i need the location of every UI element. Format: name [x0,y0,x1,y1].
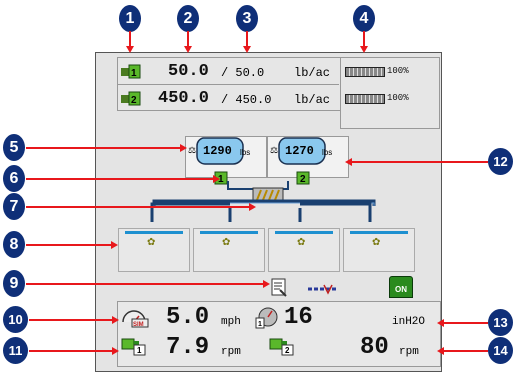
callout-3: 3 [236,5,258,32]
fan-1-icon[interactable]: 1 [120,336,148,356]
callout-8-line [26,244,112,246]
product-2-rate[interactable]: 450.0 [158,89,209,108]
fan-2-value: 80 [360,334,389,361]
product-1-percent: 100% [387,66,409,76]
product-2-unit: lb/ac [294,93,331,107]
row-divider [117,84,339,85]
callout-5-arrow [180,144,187,152]
callout-4-line [363,31,365,47]
bin-1-unit: lbs [240,148,251,157]
pressure-unit: inH2O [392,316,426,328]
bin-1-weight: 1290 [203,144,232,158]
product-2-number: 2 [131,95,137,106]
product-2-level-bar [345,94,385,104]
product-2-percent: 100% [387,93,409,103]
checklist-icon[interactable] [270,278,290,298]
fan-2-unit: rpm [399,346,419,358]
distribution-plumbing [150,181,376,222]
callout-11-line [29,350,113,352]
product-2-icon[interactable]: 2 [121,90,141,106]
callout-2: 2 [177,5,199,32]
bin-2-unit: lbs [322,148,333,157]
product-1-level-bar [345,67,385,77]
callout-10-arrow [112,316,119,324]
pressure-value: 16 [284,304,313,331]
callout-7-arrow [249,203,256,211]
callout-13-arrow [437,319,444,327]
speedometer-icon[interactable]: SIM [120,308,150,328]
fan-1-value: 7.9 [166,334,210,361]
fan-1-number: 1 [137,346,142,355]
product-1-target[interactable]: / 50.0 [221,66,264,80]
callout-2-arrow [184,46,192,53]
callout-14-arrow [437,347,444,355]
fan-1-unit: rpm [221,346,241,358]
fan-2-number: 2 [285,346,290,355]
master-status: ON [395,285,407,294]
section-4[interactable]: ✿ [343,228,415,272]
product-1-icon[interactable]: 1 [121,63,141,79]
scale-icon-1: ⚖ [188,145,197,155]
callout-14-line [443,350,488,352]
section-2-icon: ✿ [222,237,231,248]
fan-2-icon[interactable]: 2 [268,336,296,356]
section-3[interactable]: ✿ [268,228,340,272]
callout-6-arrow [213,175,220,183]
callout-4: 4 [353,5,375,32]
speed-unit: mph [221,316,241,328]
speed-badge: SIM [133,322,144,328]
callout-12: 12 [488,148,513,175]
bin-2-weight: 1270 [285,144,314,158]
scale-icon-2: ⚖ [270,145,279,155]
callout-3-line [246,31,248,47]
section-2[interactable]: ✿ [193,228,265,272]
callout-7-line [26,206,250,208]
section-4-icon: ✿ [372,237,381,248]
callout-11-arrow [112,347,119,355]
callout-11: 11 [3,337,28,364]
product-1-rate[interactable]: 50.0 [168,62,209,81]
callout-13: 13 [488,309,513,336]
callout-1-line [129,31,131,47]
callout-6-line [26,178,214,180]
callout-14: 14 [488,337,513,364]
section-3-icon: ✿ [297,237,306,248]
master-switch-button[interactable]: ON [389,276,413,298]
callout-2-line [187,31,189,47]
pressure-gauge-icon[interactable]: 1 [254,306,280,330]
callout-10: 10 [3,306,28,333]
callout-7: 7 [3,193,25,220]
callout-8-arrow [111,241,118,249]
callout-10-line [29,319,113,321]
callout-13-line [443,322,488,324]
product-2-target[interactable]: / 450.0 [221,93,271,107]
speed-value: 5.0 [166,304,210,331]
section-1-icon: ✿ [147,237,156,248]
boom-status-icon [308,284,336,295]
pressure-number: 1 [258,321,262,328]
callout-9-arrow [263,280,270,288]
callout-1: 1 [119,5,141,32]
product-1-unit: lb/ac [294,66,331,80]
callout-12-line [351,161,488,163]
callout-4-arrow [360,46,368,53]
callout-5: 5 [3,134,25,161]
callout-9-line [26,283,264,285]
section-1[interactable]: ✿ [118,228,190,272]
callout-1-arrow [126,46,134,53]
product-1-number: 1 [131,68,137,79]
callout-12-arrow [345,158,352,166]
callout-8: 8 [3,231,25,258]
callout-5-line [26,147,181,149]
callout-3-arrow [243,46,251,53]
callout-9: 9 [3,270,25,297]
callout-6: 6 [3,165,25,192]
